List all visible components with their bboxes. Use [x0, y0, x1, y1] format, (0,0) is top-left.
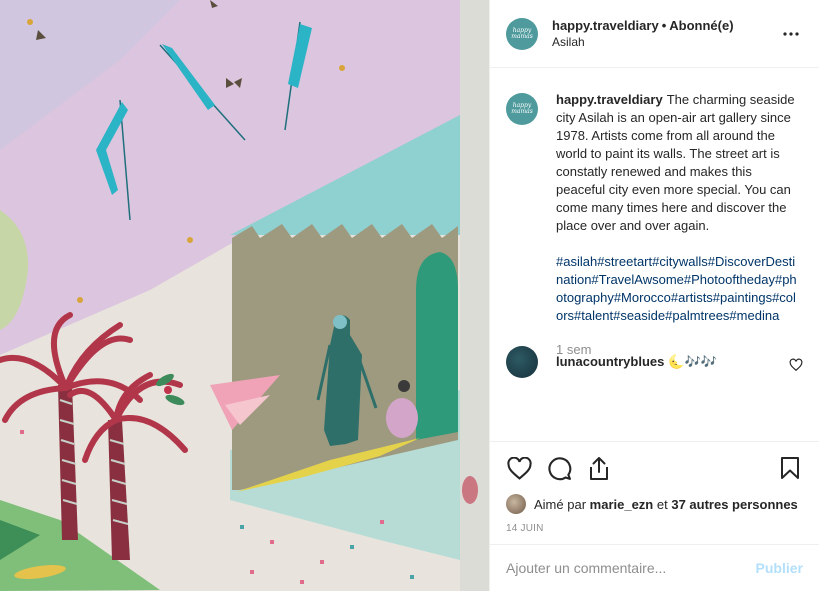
comments-area[interactable]: happy mamas happy.traveldiary The charmin… [490, 69, 819, 441]
header-text: happy.traveldiary • Abonné(e) Asilah [552, 18, 779, 49]
caption-paragraph: happy.traveldiary The charming seaside ci… [556, 91, 801, 235]
comment-body: lunacountryblues 🌜🎶🎶 [556, 354, 789, 370]
share-icon[interactable] [586, 455, 612, 481]
caption-body: happy.traveldiary The charming seaside ci… [556, 91, 801, 359]
bookmark-icon[interactable] [777, 455, 803, 481]
likes-summary: Aimé par marie_ezn et 37 autres personne… [506, 494, 803, 514]
post-date[interactable]: 14 JUIN [506, 523, 803, 534]
avatar-text: happy mamas [511, 26, 533, 40]
likes-prefix: Aimé par [534, 496, 587, 512]
publish-button[interactable]: Publier [756, 560, 803, 576]
caption: happy mamas happy.traveldiary The charmin… [506, 91, 803, 359]
author-avatar[interactable]: happy mamas [506, 17, 538, 50]
more-horizontal-icon[interactable] [779, 22, 803, 46]
heart-icon[interactable] [506, 455, 532, 481]
liker-avatar[interactable] [506, 494, 526, 514]
action-bar [506, 442, 803, 494]
location-link[interactable]: Asilah [552, 35, 779, 49]
post-header: happy mamas happy.traveldiary • Abonné(e) … [490, 0, 819, 68]
post-image[interactable] [0, 0, 489, 591]
actions-section: Aimé par marie_ezn et 37 autres personne… [490, 441, 819, 534]
comment-text: 🌜🎶🎶 [668, 354, 717, 369]
add-comment-form: Publier [490, 544, 819, 591]
comment-like-heart-icon[interactable] [789, 358, 803, 372]
mural-artwork [0, 0, 489, 591]
caption-avatar[interactable]: happy mamas [506, 93, 538, 125]
header-username[interactable]: happy.traveldiary [552, 18, 659, 33]
likes-others-link[interactable]: 37 autres personnes [671, 497, 797, 512]
liker-username[interactable]: marie_ezn [590, 497, 654, 512]
post-side-panel: happy mamas happy.traveldiary • Abonné(e) … [489, 0, 819, 591]
caption-avatar-text: happy mamas [511, 102, 533, 115]
comment-username[interactable]: lunacountryblues [556, 354, 664, 369]
comment-icon[interactable] [546, 455, 572, 481]
header-line: happy.traveldiary • Abonné(e) [552, 18, 779, 33]
caption-text: The charming seaside city Asilah is an o… [556, 92, 795, 233]
caption-hashtags[interactable]: #asilah#streetart#citywalls#DiscoverDest… [556, 253, 801, 325]
likes-middle: et [656, 496, 668, 512]
commenter-avatar[interactable] [506, 346, 538, 378]
follow-status-button[interactable]: Abonné(e) [669, 18, 733, 33]
comment-input[interactable] [506, 560, 756, 576]
comment-item: lunacountryblues 🌜🎶🎶 [506, 346, 803, 378]
header-separator: • [661, 18, 667, 33]
caption-username[interactable]: happy.traveldiary [556, 92, 663, 107]
